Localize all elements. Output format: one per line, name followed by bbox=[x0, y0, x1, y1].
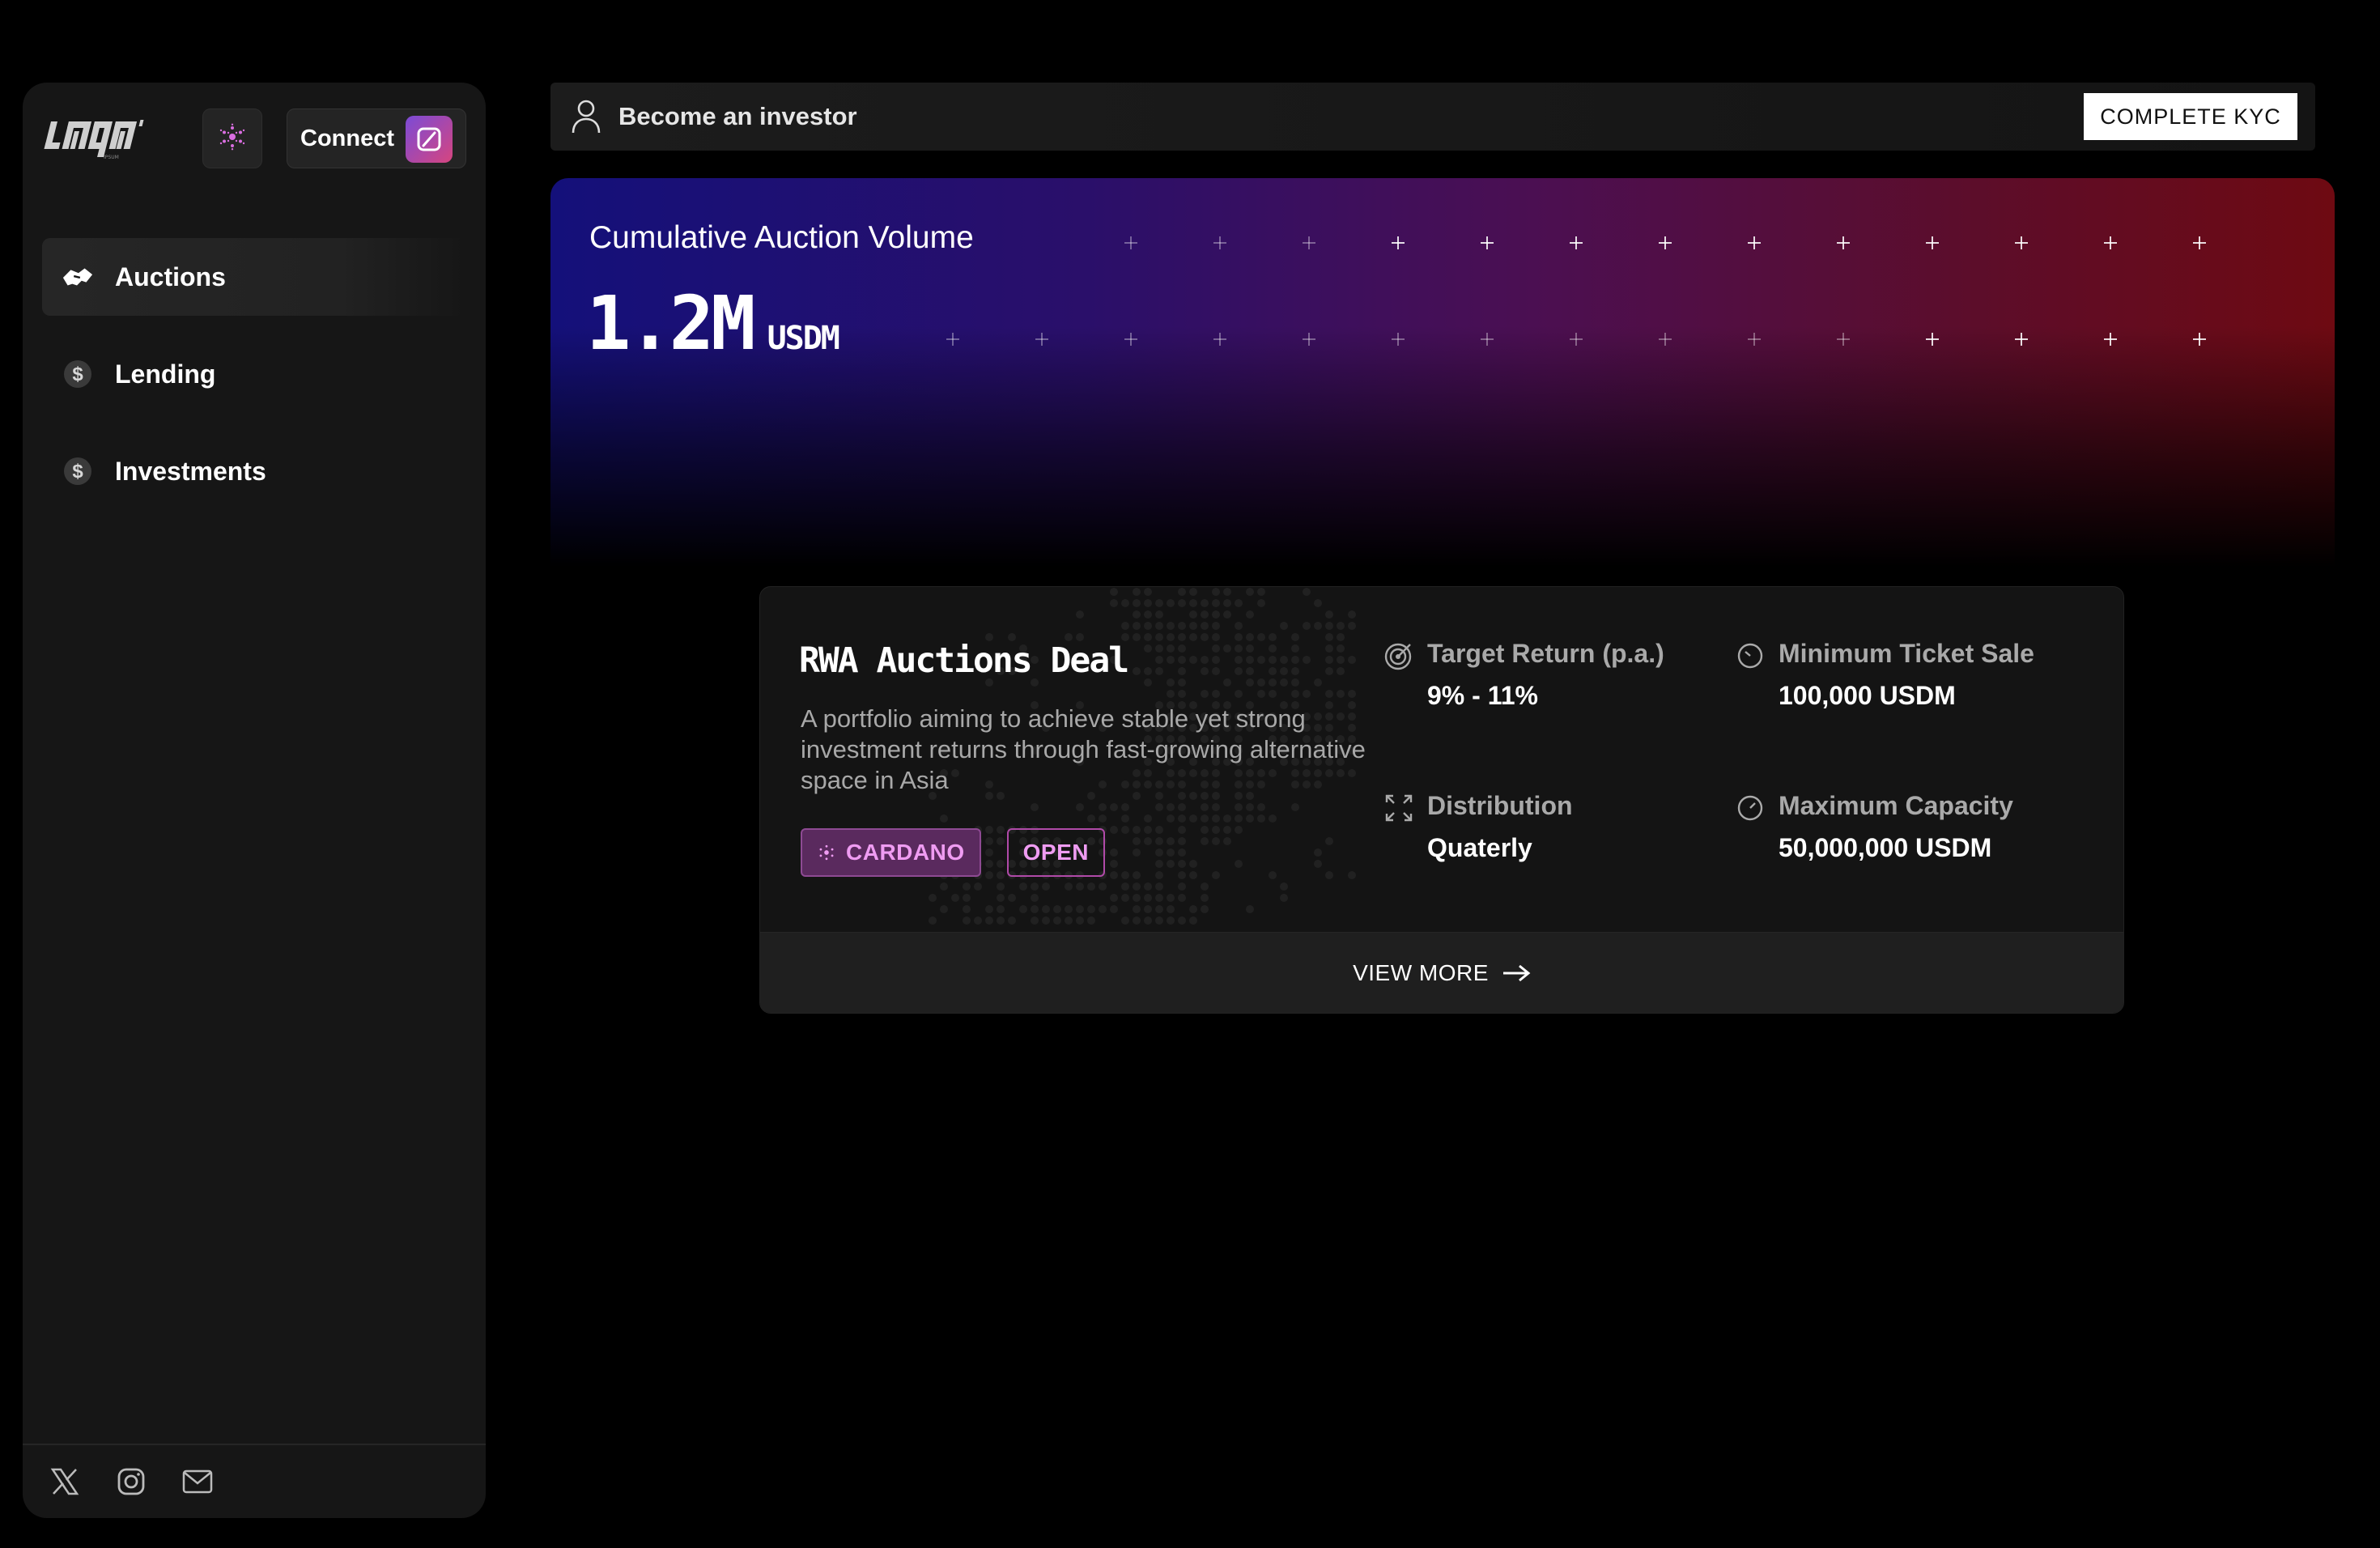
sidebar-nav: Auctions $ Lending $ Investments bbox=[42, 238, 466, 529]
stat-target-return: Target Return (p.a.) 9% - 11% bbox=[1383, 634, 1732, 731]
hero-title: Cumulative Auction Volume bbox=[589, 220, 974, 255]
stat-label: Maximum Capacity bbox=[1779, 791, 2013, 820]
deal-stats: Target Return (p.a.) 9% - 11% Minimum Ti… bbox=[1383, 634, 2096, 909]
gauge-max-icon bbox=[1735, 793, 1766, 823]
deal-description: A portfolio aiming to achieve stable yet… bbox=[801, 704, 1366, 794]
svg-text:IPSUM: IPSUM bbox=[104, 155, 119, 160]
handshake-icon bbox=[62, 261, 94, 293]
sidebar-item-lending[interactable]: $ Lending bbox=[42, 335, 466, 413]
investor-banner-text: Become an investor bbox=[618, 102, 857, 130]
auction-volume-hero: Cumulative Auction Volume 1.2M USDM bbox=[550, 178, 2335, 567]
connect-label: Connect bbox=[300, 125, 394, 151]
sidebar: IPSUM Connect Auctions $ Lending $ Inves… bbox=[23, 83, 486, 1518]
wallet-icon bbox=[406, 116, 453, 163]
chain-tag: CARDANO bbox=[801, 828, 981, 877]
sidebar-item-label: Investments bbox=[115, 456, 266, 486]
cardano-icon bbox=[219, 123, 246, 155]
deal-title: RWA Auctions Deal bbox=[799, 640, 1129, 681]
user-icon bbox=[570, 99, 602, 134]
complete-kyc-button[interactable]: COMPLETE KYC bbox=[2084, 93, 2297, 140]
stat-value: 9% - 11% bbox=[1427, 681, 1538, 710]
stat-value: 50,000,000 USDM bbox=[1779, 833, 1992, 862]
sidebar-item-auctions[interactable]: Auctions bbox=[42, 238, 466, 316]
sidebar-header: IPSUM Connect bbox=[42, 108, 466, 168]
instagram-icon[interactable] bbox=[113, 1464, 149, 1499]
hero-value: 1.2M USDM bbox=[586, 280, 840, 367]
svg-text:$: $ bbox=[72, 461, 83, 483]
sidebar-footer bbox=[23, 1444, 486, 1518]
sidebar-item-label: Lending bbox=[115, 359, 216, 389]
chain-tag-label: CARDANO bbox=[846, 840, 965, 865]
cardano-icon bbox=[817, 843, 836, 862]
target-icon bbox=[1383, 640, 1414, 671]
dollar-coin-icon: $ bbox=[62, 455, 94, 487]
become-investor-banner: Become an investor COMPLETE KYC bbox=[550, 83, 2315, 151]
deal-tags: CARDANO OPEN bbox=[801, 828, 1105, 877]
view-more-button[interactable]: VIEW MORE bbox=[760, 932, 2123, 1013]
view-more-label: VIEW MORE bbox=[1353, 959, 1489, 985]
gauge-min-icon bbox=[1735, 640, 1766, 671]
stat-value: 100,000 USDM bbox=[1779, 681, 1956, 710]
dollar-coin-icon: $ bbox=[62, 358, 94, 390]
arrow-right-icon bbox=[1502, 963, 1531, 983]
stat-label: Minimum Ticket Sale bbox=[1779, 639, 2034, 668]
expand-icon bbox=[1383, 793, 1414, 823]
logo[interactable]: IPSUM bbox=[42, 112, 152, 164]
mail-icon[interactable] bbox=[180, 1464, 215, 1499]
deal-card-body: RWA Auctions Deal A portfolio aiming to … bbox=[760, 587, 2123, 932]
sidebar-item-label: Auctions bbox=[115, 262, 226, 291]
deal-card: RWA Auctions Deal A portfolio aiming to … bbox=[759, 586, 2124, 1014]
stat-label: Distribution bbox=[1427, 791, 1573, 820]
x-twitter-icon[interactable] bbox=[47, 1464, 83, 1499]
stat-minimum-ticket: Minimum Ticket Sale 100,000 USDM bbox=[1735, 634, 2083, 731]
stat-maximum-capacity: Maximum Capacity 50,000,000 USDM bbox=[1735, 786, 2083, 883]
svg-text:$: $ bbox=[72, 364, 83, 385]
status-badge: OPEN bbox=[1006, 828, 1105, 877]
stat-label: Target Return (p.a.) bbox=[1427, 639, 1664, 668]
hero-value-number: 1.2M bbox=[586, 280, 756, 367]
sidebar-item-investments[interactable]: $ Investments bbox=[42, 432, 466, 510]
logo-icon: IPSUM bbox=[44, 120, 144, 160]
chain-selector-button[interactable] bbox=[202, 108, 262, 168]
connect-wallet-button[interactable]: Connect bbox=[287, 108, 466, 168]
stat-value: Quaterly bbox=[1427, 833, 1532, 862]
hero-value-unit: USDM bbox=[767, 320, 840, 357]
stat-distribution: Distribution Quaterly bbox=[1383, 786, 1732, 883]
